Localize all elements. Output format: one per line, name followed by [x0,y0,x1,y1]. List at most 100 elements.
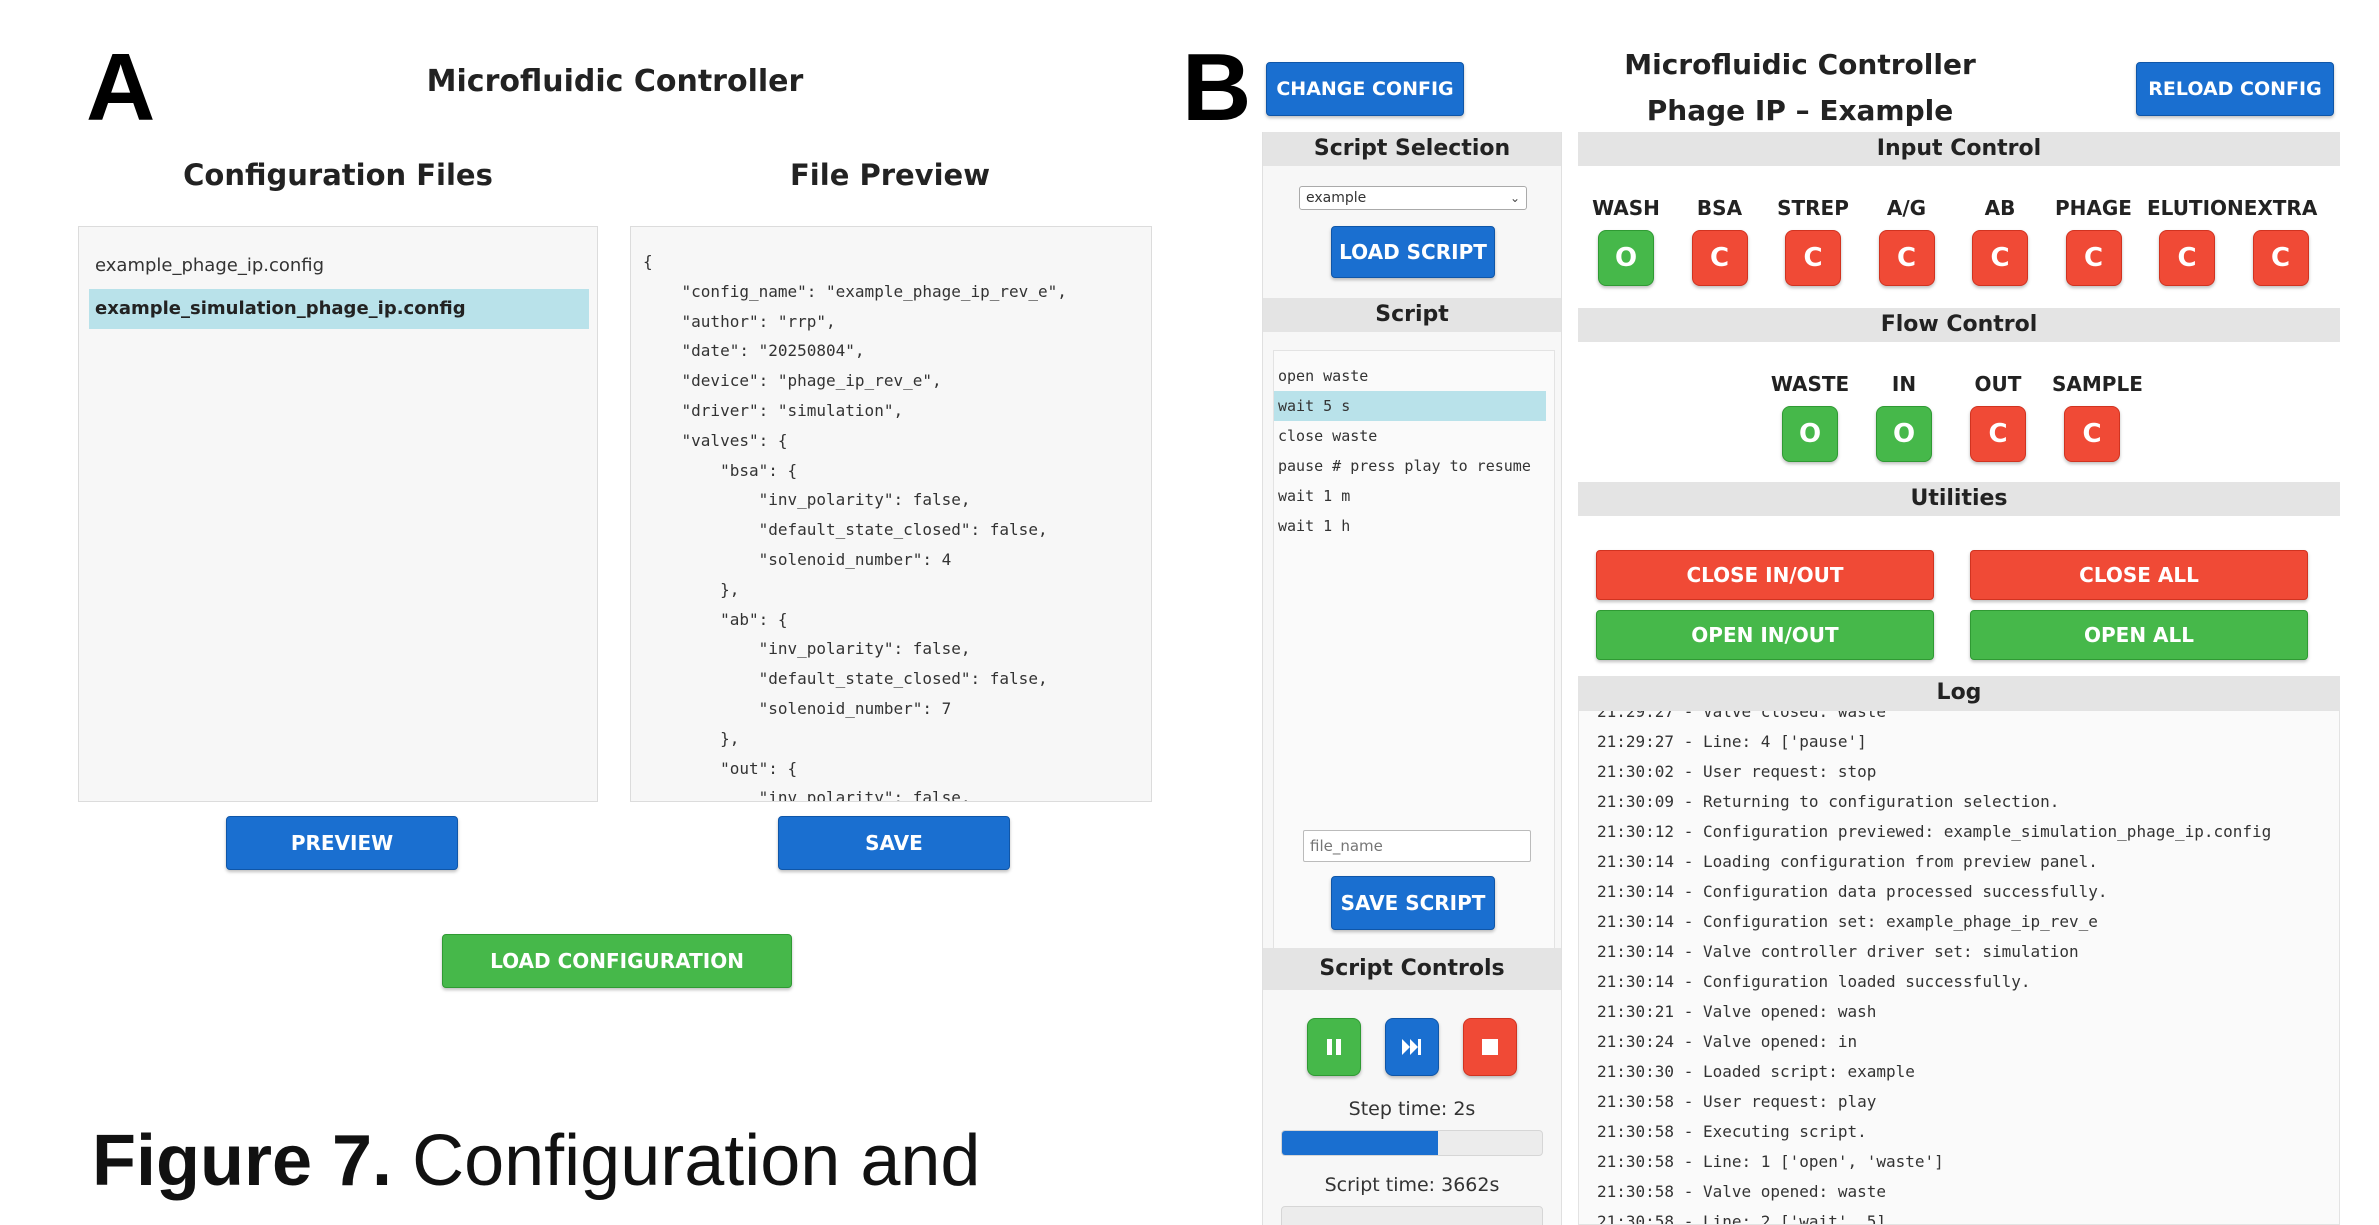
preview-line: "inv_polarity": false, [643,788,971,802]
input-valves-row: WASH O BSA C STREP C A/G C AB C PHAGE C ELUTION C EXTR… [1578,196,2340,306]
preview-line: "default_state_closed": false, [643,669,1048,689]
step-progress-bar [1281,1130,1543,1156]
utilities-header: Utilities [1578,482,2340,516]
log-line: 21:30:09 - Returning to configuration se… [1597,792,2060,811]
preview-line: }, [643,728,740,748]
log-line: 21:30:24 - Valve opened: in [1597,1032,1858,1051]
valve-toggle-elution[interactable]: C [2159,230,2215,286]
reload-config-button[interactable]: RELOAD CONFIG [2136,62,2334,116]
script-select[interactable]: example ⌄ [1299,186,1527,210]
valve-toggle-bsa[interactable]: C [1691,230,1748,286]
file-item-selected[interactable]: example_simulation_phage_ip.config [89,289,589,329]
valve-label-in: IN [1891,372,1917,396]
chevron-down-icon: ⌄ [1509,191,1520,205]
save-script-button[interactable]: SAVE SCRIPT [1331,876,1495,930]
load-script-button[interactable]: LOAD SCRIPT [1331,226,1495,278]
file-item-label: example_phage_ip.config [95,255,325,276]
log-line: 21:30:14 - Loading configuration from pr… [1597,852,2098,871]
stop-button[interactable] [1463,1018,1517,1076]
preview-line: "out": { [643,758,798,778]
valve-label-bsa: BSA [1696,196,1743,220]
skip-forward-icon [1402,1039,1421,1055]
valve-label-elution: ELUTION [2147,196,2244,220]
preview-line: { [643,252,653,271]
figure-caption-number: Figure 7. [92,1121,393,1201]
script-sidebar: Script Selection example ⌄ LOAD SCRIPT S… [1262,132,1562,1225]
log-panel[interactable]: 21:29:27 - Valve closed: waste 21:29:27 -… [1578,710,2340,1225]
figure-caption-text: Configuration and [392,1121,981,1201]
save-button[interactable]: SAVE [778,816,1010,870]
valve-label-strep: STREP [1777,196,1849,220]
preview-line: }, [643,579,740,599]
script-line[interactable]: wait 1 m [1274,481,1546,511]
valve-toggle-phage[interactable]: C [2065,230,2122,286]
valve-toggle-strep[interactable]: C [1785,230,1841,286]
preview-line: "author": "rrp", [643,311,836,331]
script-line[interactable]: close waste [1274,421,1546,451]
log-line: 21:30:21 - Valve opened: wash [1597,1002,1877,1021]
log-line: 21:30:30 - Loaded script: example [1597,1062,1915,1081]
panel-b-app-title: Microfluidic Controller [1624,48,1976,81]
flow-control-header: Flow Control [1578,308,2340,342]
file-preview-box[interactable]: { "config_name": "example_phage_ip_rev_e… [630,226,1152,802]
script-line[interactable]: wait 5 s [1274,391,1546,421]
preview-line: "solenoid_number": 7 [643,698,952,718]
panel-b-subtitle: Phage IP – Example [1646,94,1954,127]
script-line[interactable]: wait 1 h [1274,511,1546,541]
step-button[interactable] [1385,1018,1439,1076]
valve-label-phage: PHAGE [2055,196,2132,220]
valve-toggle-extra[interactable]: C [2252,230,2309,286]
valve-toggle-sample[interactable]: C [2064,406,2120,462]
valve-label-sample: SAMPLE [2052,372,2143,396]
preview-button[interactable]: PREVIEW [226,816,458,870]
preview-line: "inv_polarity": false, [643,639,971,659]
script-progress-bar [1281,1206,1543,1225]
valve-label-ag: A/G [1886,196,1927,220]
script-header: Script [1263,298,1561,332]
log-line: 21:30:58 - Valve opened: waste [1597,1182,1886,1201]
log-line: 21:30:14 - Valve controller driver set: … [1597,942,2079,961]
valve-toggle-ag[interactable]: C [1878,230,1935,286]
close-all-button[interactable]: CLOSE ALL [1970,550,2308,600]
config-files-list[interactable]: example_phage_ip.config example_simulati… [78,226,598,802]
stop-icon [1482,1039,1498,1055]
script-line[interactable]: open waste [1274,361,1546,391]
script-selection-header: Script Selection [1263,132,1561,166]
log-line: 21:29:27 - Valve closed: waste [1597,710,1886,721]
preview-line: "config_name": "example_phage_ip_rev_e", [643,281,1067,301]
config-files-title: Configuration Files [183,158,493,192]
log-header: Log [1578,676,2340,710]
script-time-label: Script time: 3662s [1324,1174,1500,1196]
log-line: 21:30:14 - Configuration data processed … [1597,882,2108,901]
script-line[interactable]: pause # press play to resume [1274,451,1546,481]
input-control-header: Input Control [1578,132,2340,166]
valve-toggle-wash[interactable]: O [1598,230,1654,286]
preview-line: "date": "20250804", [643,341,865,361]
valve-toggle-waste[interactable]: O [1782,406,1838,462]
pause-button[interactable] [1307,1018,1361,1076]
log-line: 21:30:14 - Configuration loaded successf… [1597,972,2031,991]
open-in-out-button[interactable]: OPEN IN/OUT [1596,610,1934,660]
preview-line: "valves": { [643,430,788,450]
log-line: 21:30:58 - Line: 1 ['open', 'waste'] [1597,1152,1944,1171]
file-preview-content: { "config_name": "example_phage_ip_rev_e… [643,247,1151,802]
log-line: 21:30:58 - Executing script. [1597,1122,1867,1141]
step-progress-fill [1282,1131,1438,1155]
file-name-input[interactable] [1303,830,1531,862]
figure-caption: Figure 7. Configuration and [92,1120,980,1202]
pause-icon [1327,1039,1341,1055]
panel-a-app-title: Microfluidic Controller [426,64,804,99]
close-in-out-button[interactable]: CLOSE IN/OUT [1596,550,1934,600]
preview-line: "driver": "simulation", [643,400,904,420]
valve-toggle-in[interactable]: O [1876,406,1932,462]
open-all-button[interactable]: OPEN ALL [1970,610,2308,660]
load-configuration-button[interactable]: LOAD CONFIGURATION [442,934,792,988]
valve-toggle-out[interactable]: C [1970,406,2026,462]
valve-toggle-ab[interactable]: C [1972,230,2028,286]
change-config-button[interactable]: CHANGE CONFIG [1266,62,1464,116]
file-item-label: example_simulation_phage_ip.config [95,298,466,319]
log-line: 21:29:27 - Line: 4 ['pause'] [1597,732,1867,751]
preview-line: "bsa": { [643,460,798,480]
preview-line: "solenoid_number": 4 [643,549,952,569]
file-item[interactable]: example_phage_ip.config [89,247,589,285]
